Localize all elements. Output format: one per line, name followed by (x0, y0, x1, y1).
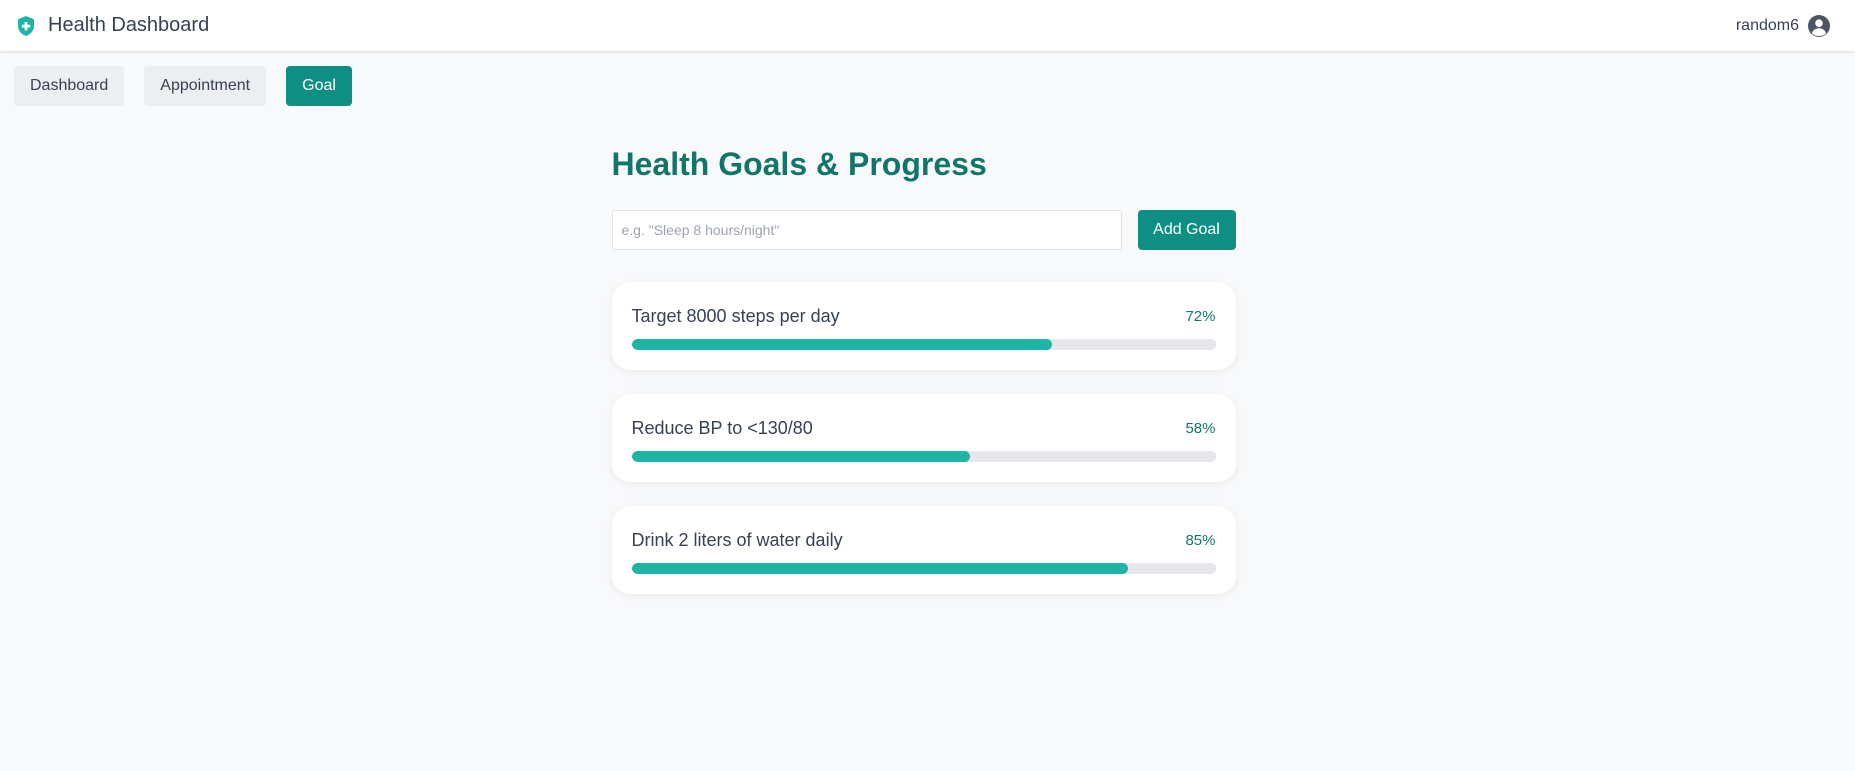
goal-header: Reduce BP to <130/80 58% (632, 418, 1216, 439)
page-title: Health Goals & Progress (611, 146, 987, 182)
progress-bar (631, 451, 1216, 462)
progress-bar (631, 339, 1216, 350)
shield-plus-icon (16, 15, 36, 37)
goal-input[interactable] (611, 210, 1122, 250)
goal-header: Target 8000 steps per day 72% (632, 306, 1216, 327)
goal-percent: 72% (1185, 308, 1216, 325)
goal-card: Drink 2 liters of water daily 85% (611, 506, 1236, 594)
top-bar: Health Dashboard random6 (0, 0, 1855, 51)
goal-card: Target 8000 steps per day 72% (611, 282, 1236, 370)
progress-bar (631, 563, 1216, 574)
progress-fill (631, 451, 971, 462)
user-circle-icon[interactable] (1807, 14, 1831, 38)
tab-dashboard[interactable]: Dashboard (14, 66, 125, 106)
goal-percent: 58% (1185, 420, 1216, 437)
user-menu[interactable]: random6 (1736, 14, 1831, 38)
goal-label: Target 8000 steps per day (631, 306, 840, 326)
goal-percent: 85% (1185, 532, 1216, 549)
goal-card: Reduce BP to <130/80 58% (611, 394, 1236, 482)
goal-header: Drink 2 liters of water daily 85% (632, 530, 1216, 551)
goal-label: Reduce BP to <130/80 (631, 418, 813, 438)
tab-goal[interactable]: Goal (286, 66, 352, 106)
nav-tabs: Dashboard Appointment Goal (0, 51, 1855, 106)
brand[interactable]: Health Dashboard (16, 14, 209, 37)
progress-fill (631, 563, 1128, 574)
goals-section: Health Goals & Progress Add Goal Target … (611, 144, 1236, 594)
tab-appointment[interactable]: Appointment (144, 66, 267, 106)
add-goal-button[interactable]: Add Goal (1137, 210, 1236, 250)
add-goal-form: Add Goal (611, 210, 1236, 250)
username: random6 (1735, 16, 1799, 34)
app-title: Health Dashboard (48, 14, 210, 36)
goal-label: Drink 2 liters of water daily (631, 530, 843, 550)
progress-fill (631, 339, 1052, 350)
